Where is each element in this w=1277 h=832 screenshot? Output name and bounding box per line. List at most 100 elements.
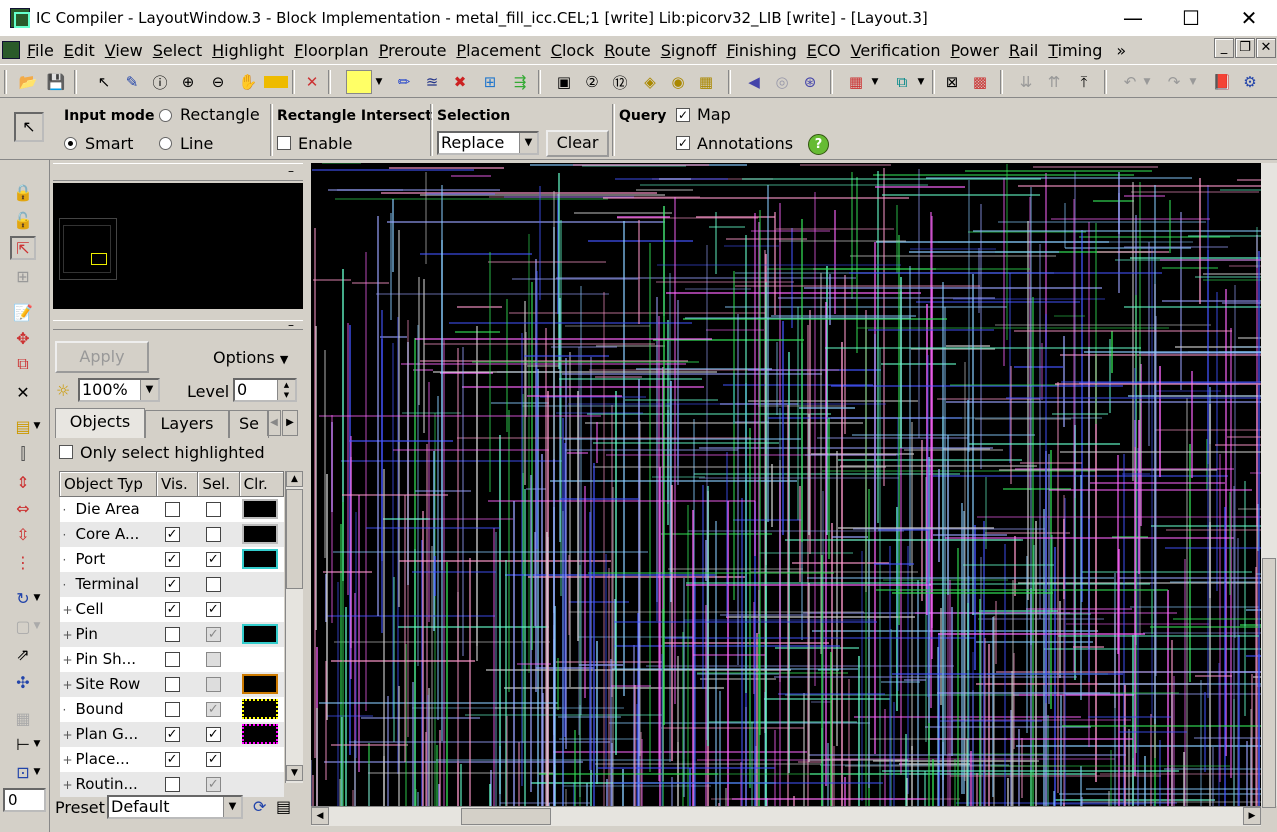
preset-combo[interactable]: Default ▼ <box>107 795 243 819</box>
grid-dropdown-icon[interactable]: ▼ <box>868 70 882 94</box>
selection-combo[interactable]: Replace ▼ <box>437 131 539 155</box>
export-area-icon[interactable]: ⇗ <box>10 642 36 666</box>
ruler-icon[interactable] <box>264 76 288 88</box>
selectable-checkbox[interactable]: ✓ <box>205 752 221 767</box>
cross-icon[interactable]: ✖ <box>448 70 472 94</box>
select-point-icon[interactable]: ⇱ <box>10 236 36 260</box>
move-icon[interactable]: ✥ <box>10 326 36 350</box>
line-style-icon[interactable]: ≊ <box>420 70 444 94</box>
layer-icon-1[interactable]: ▣ <box>552 70 576 94</box>
canvas-horizontal-scrollbar[interactable]: ◀ ▶ <box>311 806 1261 826</box>
canvas-vscroll-thumb[interactable] <box>1262 558 1276 808</box>
selectable-checkbox[interactable]: ✓ <box>205 702 221 717</box>
reload-preset-icon[interactable]: ⟳ <box>253 797 266 816</box>
scroll-up-icon[interactable]: ▲ <box>286 471 303 487</box>
align-icon[interactable]: ⊞ <box>10 264 36 288</box>
selectable-checkbox[interactable]: ✓ <box>205 627 221 642</box>
pan-hand-icon[interactable]: ✋ <box>236 70 260 94</box>
grid-icon[interactable]: ▦ <box>844 70 868 94</box>
table-row[interactable]: · Terminal ✓ <box>59 571 284 597</box>
fill-dropdown-icon[interactable]: ▼ <box>30 760 44 784</box>
tab-objects[interactable]: Objects <box>55 408 145 438</box>
minimap-viewport[interactable] <box>91 253 107 265</box>
options-menu-button[interactable]: Options ▼ <box>213 348 288 367</box>
minimap-grip[interactable] <box>53 163 303 181</box>
visible-checkbox[interactable] <box>164 702 180 717</box>
selectable-checkbox[interactable] <box>205 577 221 592</box>
visible-checkbox[interactable] <box>164 777 180 792</box>
table-row[interactable]: + Cell ✓ ✓ <box>59 596 284 622</box>
rectangle-radio[interactable] <box>159 109 172 122</box>
move-top-icon[interactable]: ⤒ <box>1072 70 1096 94</box>
color-swatch[interactable] <box>242 499 279 520</box>
visible-checkbox[interactable] <box>164 652 180 667</box>
menu-placement[interactable]: Placement <box>451 41 545 60</box>
expand-icon[interactable]: + <box>60 778 73 792</box>
book-icon[interactable]: 📕 <box>1210 70 1234 94</box>
box-dropdown-icon[interactable]: ▼ <box>30 614 44 638</box>
selectable-checkbox[interactable] <box>205 527 221 542</box>
brightness-combo[interactable]: 100% ▼ <box>78 378 160 402</box>
layer-icon-6[interactable]: ▦ <box>694 70 718 94</box>
route-dropdown-icon[interactable]: ▼ <box>30 732 44 756</box>
menu-highlight[interactable]: Highlight <box>207 41 289 60</box>
save-icon[interactable]: 💾 <box>44 70 68 94</box>
redo-dropdown-icon[interactable]: ▼ <box>1186 70 1200 94</box>
help-icon[interactable]: ? <box>808 134 829 155</box>
apply-button[interactable]: Apply <box>55 341 149 373</box>
fit-icon[interactable]: ⊠ <box>940 70 964 94</box>
delete-icon[interactable]: ✕ <box>10 380 36 404</box>
map-checkbox[interactable]: ✓ <box>676 108 690 122</box>
menu-signoff[interactable]: Signoff <box>656 41 722 60</box>
visible-checkbox[interactable]: ✓ <box>164 602 180 617</box>
refresh-icon[interactable]: ⊛ <box>798 70 822 94</box>
line-color-icon[interactable]: ✏ <box>392 70 416 94</box>
tool-icon[interactable]: ⚙ <box>1238 70 1262 94</box>
level-spinner[interactable]: 0 ▲ ▼ <box>233 378 297 402</box>
zoom-in-icon[interactable]: ⊕ <box>176 70 200 94</box>
expand-icon[interactable]: + <box>60 753 73 767</box>
visible-checkbox[interactable]: ✓ <box>164 552 180 567</box>
expand-icon[interactable]: + <box>60 653 73 667</box>
mdi-close-button[interactable]: ✕ <box>1256 38 1276 58</box>
table-row[interactable]: + Pin ✓ <box>59 621 284 647</box>
color-swatch[interactable] <box>242 524 279 544</box>
zoom-out-icon[interactable]: ⊖ <box>206 70 230 94</box>
color-swatch[interactable] <box>242 624 279 644</box>
unlock-icon[interactable]: 🔓 <box>10 208 36 232</box>
no-select-icon[interactable]: ✕ <box>300 70 324 94</box>
rotate-dropdown-icon[interactable]: ▼ <box>30 586 44 610</box>
visible-checkbox[interactable]: ✓ <box>164 527 180 542</box>
menu-file[interactable]: File <box>22 41 59 60</box>
expand-icon[interactable]: + <box>60 678 73 692</box>
panel-grip[interactable] <box>53 320 303 330</box>
layout-canvas[interactable] <box>311 163 1261 806</box>
resize-v-icon[interactable]: ⇳ <box>10 522 36 546</box>
menu-view[interactable]: View <box>100 41 148 60</box>
selectable-checkbox[interactable]: ✓ <box>205 777 221 792</box>
tab-scroll-right-icon[interactable]: ▶ <box>282 410 298 436</box>
minimap-minimize-icon[interactable]: – <box>288 164 294 178</box>
mdi-minimize-button[interactable]: _ <box>1214 38 1234 58</box>
table-row[interactable]: + Routin... ✓ <box>59 771 284 797</box>
export-icon[interactable]: ⇶ <box>508 70 532 94</box>
smart-radio[interactable] <box>64 137 77 150</box>
table-row[interactable]: + Site Row <box>59 671 284 697</box>
selectable-checkbox[interactable]: ✓ <box>205 602 221 617</box>
stretch-icon[interactable]: ⇕ <box>10 470 36 494</box>
undo-dropdown-icon[interactable]: ▼ <box>1140 70 1154 94</box>
table-row[interactable]: + Plan G... ✓ ✓ <box>59 721 284 747</box>
open-icon[interactable]: 📂 <box>16 70 40 94</box>
move-down-icon[interactable]: ⇊ <box>1014 70 1038 94</box>
scroll-left-icon[interactable]: ◀ <box>311 807 329 825</box>
scroll-right-icon[interactable]: ▶ <box>1243 807 1261 825</box>
chevron-down-icon[interactable]: ▼ <box>223 797 241 817</box>
highlight-dropdown-icon[interactable]: ▼ <box>30 414 44 438</box>
color-swatch[interactable] <box>242 699 279 719</box>
menu-overflow[interactable]: » <box>1111 41 1131 60</box>
redo-icon[interactable]: ↷ <box>1162 70 1186 94</box>
snap-icon[interactable]: ✣ <box>10 670 36 694</box>
menu-select[interactable]: Select <box>148 41 207 60</box>
target-icon[interactable]: ⊞ <box>478 70 502 94</box>
selectable-checkbox[interactable]: ✓ <box>205 552 221 567</box>
